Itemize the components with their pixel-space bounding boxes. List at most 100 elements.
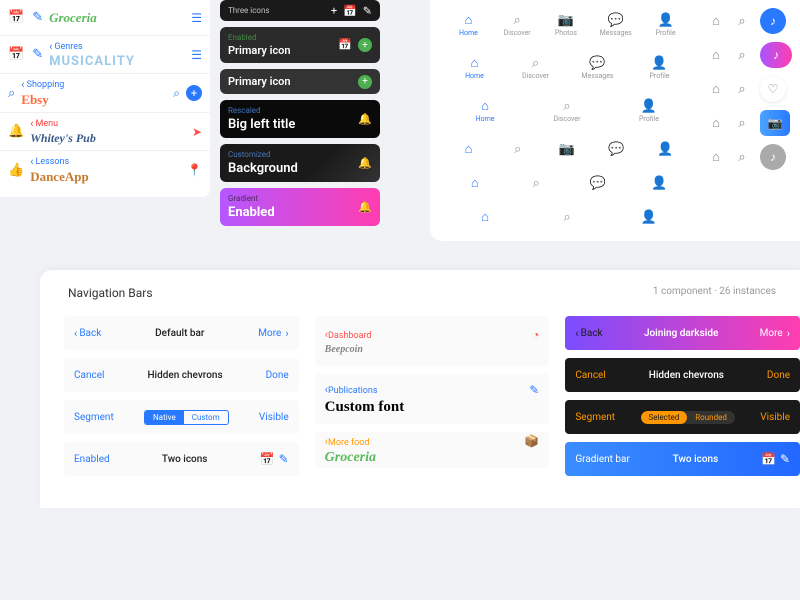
fab-camera[interactable]: 📷 <box>760 110 790 136</box>
tab-home[interactable]: ⌂ <box>454 141 484 157</box>
back-button[interactable]: ‹Back <box>74 327 101 340</box>
tab-messages[interactable]: 💬 <box>583 176 613 191</box>
navbar-dashboard[interactable]: ‹Dashboard◔ Beepcoin <box>315 316 550 366</box>
add-button[interactable]: + <box>358 38 372 52</box>
home-icon[interactable]: ⌂ <box>708 115 724 131</box>
logo-bar-row[interactable]: ⌕ ‹Shopping Ebsy ⌕ + <box>0 74 210 113</box>
edit-icon[interactable]: ✎ <box>279 452 289 466</box>
more-button[interactable]: More› <box>258 327 288 340</box>
tab-discover[interactable]: ⌕Discover <box>520 56 550 80</box>
back-link[interactable]: ‹Shopping <box>21 78 167 91</box>
calendar-icon[interactable]: 📅 <box>260 452 275 466</box>
back-button[interactable]: ‹Dashboard <box>325 328 372 341</box>
tab-profile[interactable]: 👤Profile <box>651 13 681 37</box>
logo-bar-row[interactable]: 👍 ‹Lessons DanceApp 📍 <box>0 151 210 189</box>
tab-profile[interactable]: 👤 <box>634 210 664 225</box>
tab-discover[interactable]: ⌕ <box>552 210 582 225</box>
tab-home[interactable]: ⌂Home <box>470 98 500 123</box>
bell-icon[interactable]: 🔔 <box>358 157 372 170</box>
search-icon[interactable]: ⌕ <box>734 47 750 63</box>
fab-grey[interactable]: ♪ <box>760 144 786 170</box>
pin-icon[interactable]: 📍 <box>187 163 202 177</box>
bell-icon[interactable]: 🔔 <box>358 201 372 214</box>
back-button[interactable]: ‹More food <box>325 435 370 448</box>
home-icon[interactable]: ⌂ <box>708 13 724 29</box>
navbar-primary-icon[interactable]: Enabled Primary icon 📅+ <box>220 27 380 63</box>
nav-icon[interactable]: ➤ <box>192 125 202 139</box>
calendar-icon[interactable]: 📅 <box>343 4 357 17</box>
tab-messages[interactable]: 💬Messages <box>581 56 613 80</box>
tab-profile[interactable]: 👤Profile <box>634 99 664 123</box>
edit-icon[interactable]: ✎ <box>363 4 372 17</box>
navbar-more-food[interactable]: ‹More food📦 Groceria <box>315 432 550 468</box>
fab-purple[interactable]: ♪ <box>760 42 792 68</box>
navbar-segment-dark[interactable]: Segment SelectedRounded Visible <box>565 400 800 434</box>
tab-home[interactable]: ⌂ <box>470 209 500 225</box>
segment-control[interactable]: NativeCustom <box>144 410 229 425</box>
fab-white[interactable]: ♡ <box>760 76 786 102</box>
fab-blue[interactable]: ♪ <box>760 8 786 34</box>
calendar-icon[interactable]: 📅 <box>338 38 352 52</box>
calendar-icon[interactable]: 📅 <box>761 452 776 466</box>
tab-home[interactable]: ⌂ <box>460 175 490 191</box>
home-icon[interactable]: ⌂ <box>708 149 724 165</box>
navbar-default[interactable]: ‹Back Default bar More› <box>64 316 299 350</box>
search-icon[interactable]: ⌕ <box>734 81 750 97</box>
back-link[interactable]: ‹Menu <box>30 117 186 130</box>
add-button[interactable]: + <box>358 75 372 89</box>
done-button[interactable]: Done <box>767 370 790 381</box>
logo-bar-row[interactable]: 📅✎ Groceria ☰ <box>0 0 210 36</box>
search-icon[interactable]: ⌕ <box>734 149 750 165</box>
navbar-three-icons[interactable]: Three icons +📅✎ <box>220 0 380 21</box>
bell-icon[interactable]: 🔔 <box>358 113 372 126</box>
segment-control[interactable]: SelectedRounded <box>641 411 735 424</box>
list-icon[interactable]: ☰ <box>191 11 202 25</box>
back-link[interactable]: ‹Genres <box>49 40 185 53</box>
search-icon[interactable]: ⌕ <box>173 86 180 101</box>
add-button[interactable]: + <box>186 85 202 101</box>
navbar-big-title[interactable]: Rescaled Big left title 🔔 <box>220 100 380 138</box>
navbar-segment[interactable]: Segment NativeCustom Visible <box>64 400 299 434</box>
cancel-button[interactable]: Cancel <box>74 370 104 381</box>
tab-messages[interactable]: 💬Messages <box>600 13 632 37</box>
search-icon[interactable]: ⌕ <box>734 13 750 29</box>
plus-icon[interactable]: + <box>331 4 337 17</box>
navbar-two-icons[interactable]: Enabled Two icons 📅✎ <box>64 442 299 476</box>
edit-icon[interactable]: ✎ <box>529 383 539 397</box>
list-icon[interactable]: ☰ <box>191 48 202 62</box>
logo-bar-row[interactable]: 🔔 ‹Menu Whitey's Pub ➤ <box>0 113 210 151</box>
back-button[interactable]: ‹Back <box>575 327 602 340</box>
home-icon[interactable]: ⌂ <box>708 81 724 97</box>
tab-home[interactable]: ⌂Home <box>459 55 489 80</box>
tab-discover[interactable]: ⌕ <box>503 142 533 157</box>
navbar-gradient[interactable]: Gradient Enabled 🔔 <box>220 188 380 226</box>
done-button[interactable]: Done <box>266 370 289 381</box>
logo-bar-row[interactable]: 📅✎ ‹Genres MUSICALITY ☰ <box>0 36 210 74</box>
tab-photos[interactable]: 📷Photos <box>551 13 581 37</box>
tab-home[interactable]: ⌂Home <box>453 12 483 37</box>
tab-profile[interactable]: 👤 <box>644 176 674 191</box>
navbar-darkside[interactable]: ‹Back Joining darkside More› <box>565 316 800 350</box>
package-icon[interactable]: 📦 <box>524 434 539 448</box>
more-button[interactable]: More› <box>760 327 790 340</box>
home-icon[interactable]: ⌂ <box>708 47 724 63</box>
search-icon[interactable]: ⌕ <box>734 115 750 131</box>
navbar-gradient-bar[interactable]: Gradient bar Two icons 📅✎ <box>565 442 800 476</box>
back-link[interactable]: ‹Lessons <box>30 155 181 168</box>
navbar-primary-icon[interactable]: Primary icon + <box>220 69 380 94</box>
tab-discover[interactable]: ⌕Discover <box>502 13 532 37</box>
navbar-hidden-chevrons[interactable]: Cancel Hidden chevrons Done <box>64 358 299 392</box>
navbar-background[interactable]: Customized Background 🔔 <box>220 144 380 182</box>
back-button[interactable]: ‹Publications <box>325 383 378 396</box>
chart-icon[interactable]: ◔ <box>532 328 539 342</box>
cancel-button[interactable]: Cancel <box>575 370 605 381</box>
tab-discover[interactable]: ⌕ <box>521 176 551 191</box>
navbar-hidden-chevrons-dark[interactable]: Cancel Hidden chevrons Done <box>565 358 800 392</box>
tab-photos[interactable]: 📷 <box>552 142 582 157</box>
tab-messages[interactable]: 💬 <box>601 142 631 157</box>
tab-discover[interactable]: ⌕Discover <box>552 99 582 123</box>
navbar-publications[interactable]: ‹Publications✎ Custom font <box>315 374 550 424</box>
tab-profile[interactable]: 👤Profile <box>645 56 675 80</box>
edit-icon[interactable]: ✎ <box>780 452 790 466</box>
tab-profile[interactable]: 👤 <box>650 142 680 157</box>
